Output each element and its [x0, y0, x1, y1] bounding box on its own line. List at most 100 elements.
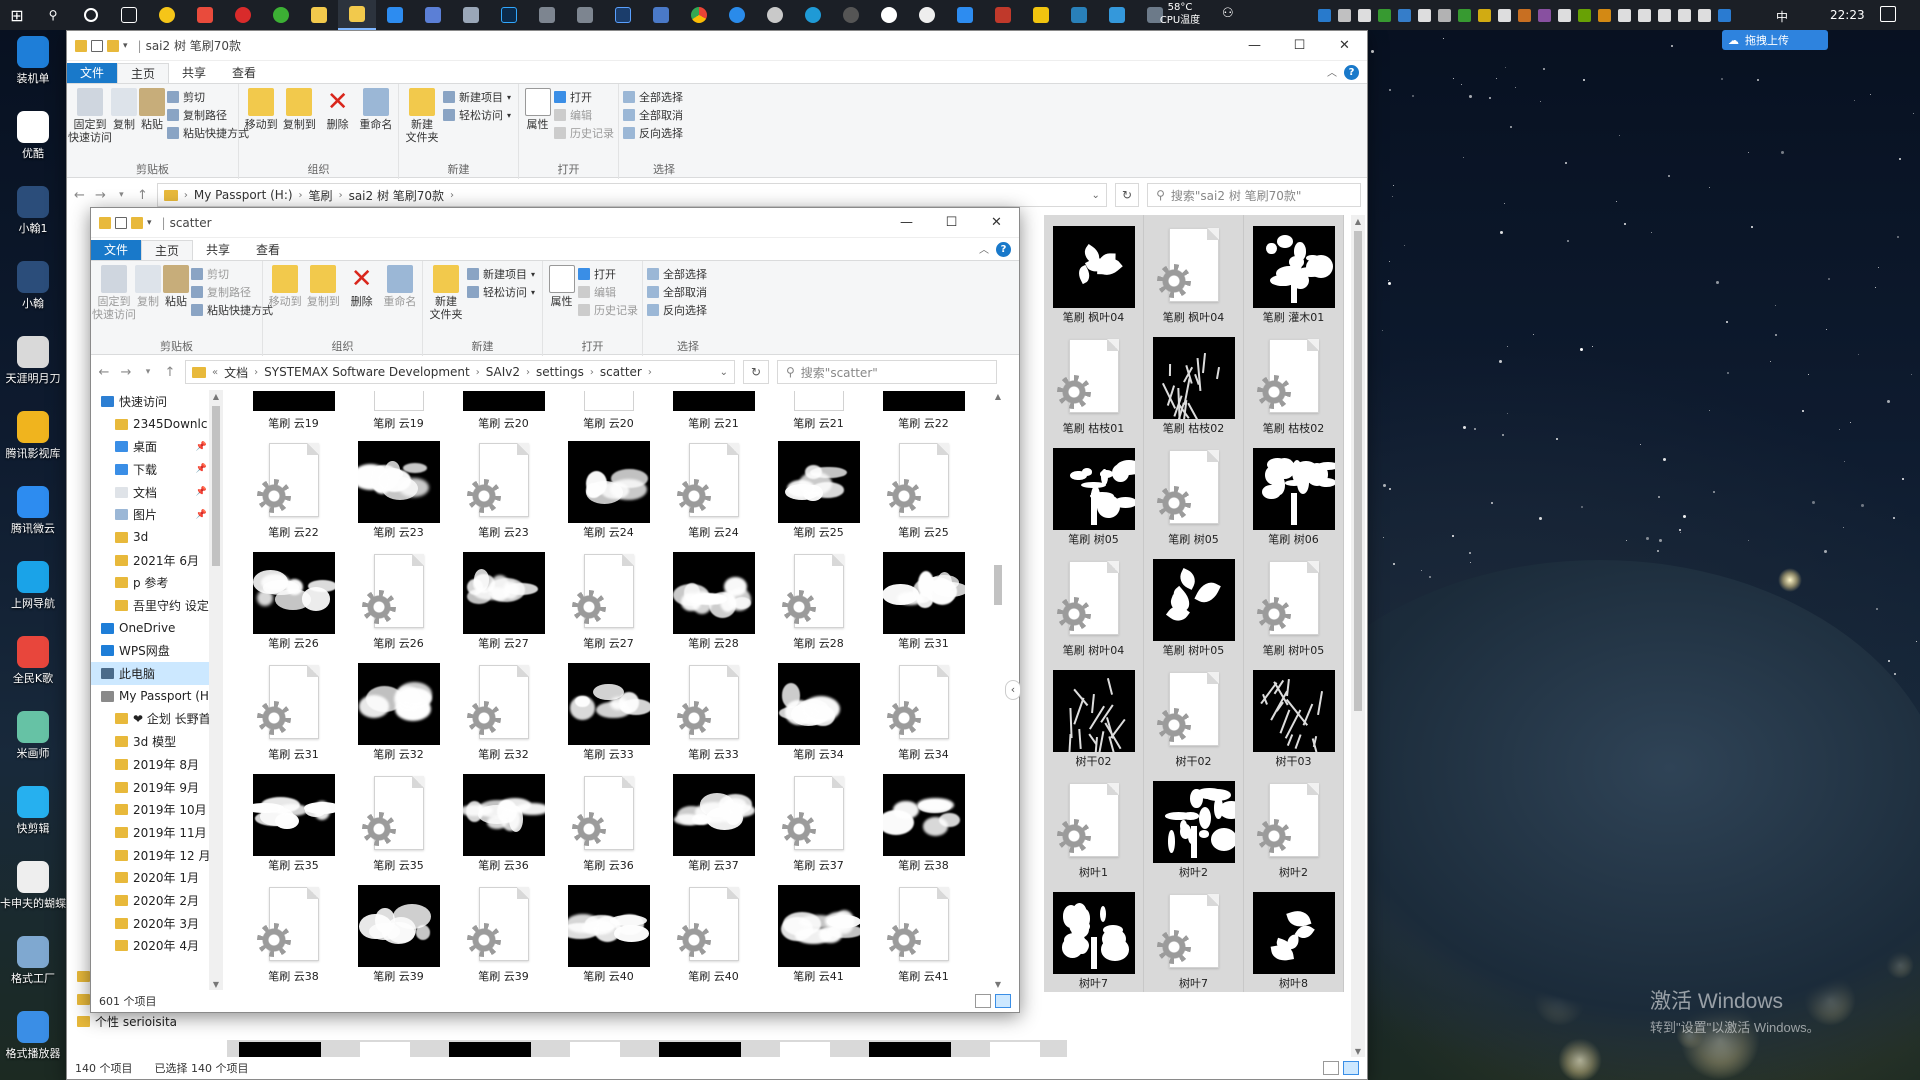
file-item[interactable]: 笔刷 云36 [556, 763, 661, 874]
breadcrumb-segment[interactable]: scatter [600, 365, 642, 379]
file-item[interactable]: 笔刷 枯枝01 [1044, 326, 1144, 437]
pin-button[interactable]: 固定到 快速访问 [68, 88, 112, 144]
chevron-right-icon[interactable]: › [450, 190, 454, 201]
nav-item[interactable]: p 参考 [91, 572, 209, 595]
cut-button[interactable]: 剪切 [167, 88, 249, 106]
chevron-right-icon[interactable]: › [590, 367, 594, 378]
app-tray-icon[interactable] [1318, 8, 1331, 22]
file-item[interactable]: 笔刷 云20 [556, 390, 661, 430]
scrollbar-thumb[interactable] [212, 406, 220, 566]
file-item[interactable]: 笔刷 枯枝02 [1144, 326, 1244, 437]
app-icon-18[interactable] [1022, 0, 1060, 30]
up-arrow-icon[interactable]: ↑ [136, 188, 149, 203]
properties-icon[interactable] [91, 39, 103, 52]
tab-file[interactable]: 文件 [67, 63, 118, 83]
new-item-button[interactable]: 新建项目 ▾ [467, 265, 535, 283]
chevron-right-icon[interactable]: › [299, 190, 303, 201]
desktop-icon[interactable]: 腾讯微云 [0, 480, 66, 555]
new-folder-button[interactable]: 新建 文件夹 [403, 88, 441, 144]
file-item[interactable]: 笔刷 云23 [346, 430, 451, 541]
chevron-down-icon[interactable]: ▾ [123, 41, 128, 51]
file-item[interactable]: 笔刷 云33 [661, 652, 766, 763]
file-item[interactable]: 笔刷 云34 [766, 652, 871, 763]
file-item[interactable]: 树叶8 [1244, 881, 1344, 992]
vertical-scrollbar[interactable]: ▲ ▼ [991, 390, 1005, 990]
file-item[interactable]: 笔刷 云37 [766, 763, 871, 874]
file-item[interactable]: 笔刷 树叶04 [1044, 548, 1144, 659]
app-icon-15[interactable] [908, 0, 946, 30]
app-tray-icon[interactable] [1598, 8, 1611, 22]
pin-button[interactable]: 固定到 快速访问 [92, 265, 136, 321]
app-icon-7[interactable] [528, 0, 566, 30]
app-icon-20[interactable] [1098, 0, 1136, 30]
desktop-icon[interactable]: 优酷 [0, 105, 66, 180]
maximize-button[interactable]: ☐ [929, 208, 974, 238]
file-item[interactable]: 树叶1 [1044, 770, 1144, 881]
address-history-dropdown-icon[interactable]: ⌄ [1091, 190, 1105, 201]
search-box[interactable]: ⚲ 搜索"scatter" [777, 360, 997, 384]
file-item[interactable]: 笔刷 云40 [556, 874, 661, 985]
desktop-icon[interactable]: 小翰 [0, 255, 66, 330]
nav-item[interactable]: 个性 serioisita [67, 1010, 187, 1033]
nav-item[interactable]: OneDrive [91, 617, 209, 640]
new-folder-icon[interactable] [131, 216, 143, 229]
file-item[interactable]: 笔刷 云33 [556, 652, 661, 763]
minimize-button[interactable]: — [884, 208, 929, 238]
history-button[interactable]: 历史记录 [554, 124, 614, 142]
desktop-icon[interactable]: 快剪辑 [0, 780, 66, 855]
breadcrumb-segment[interactable]: SYSTEMAX Software Development [264, 365, 470, 379]
large-icons-view-icon[interactable] [995, 994, 1011, 1008]
chevron-icon[interactable] [1698, 8, 1711, 22]
nav-item[interactable]: 2020年 1月 [91, 866, 209, 889]
close-button[interactable]: ✕ [1322, 31, 1367, 61]
file-item[interactable]: 笔刷 云26 [241, 541, 346, 652]
address-history-dropdown-icon[interactable]: ⌄ [720, 367, 734, 378]
app-icon-19[interactable] [1060, 0, 1098, 30]
app-tray-icon[interactable] [1518, 8, 1531, 22]
properties-button[interactable]: 属性 [547, 265, 576, 308]
nav-item[interactable]: 此电脑 [91, 662, 209, 685]
back-arrow-icon[interactable]: ← [73, 188, 86, 203]
edit-button[interactable]: 编辑 [578, 283, 638, 301]
new-folder-button[interactable]: 新建 文件夹 [427, 265, 465, 321]
nav-item[interactable]: 2019年 10月 [91, 798, 209, 821]
edit-button[interactable]: 编辑 [554, 106, 614, 124]
app-icon-4[interactable] [376, 0, 414, 30]
app-tray-icon[interactable] [1378, 8, 1391, 22]
rename-button[interactable]: 重命名 [358, 88, 394, 131]
file-item[interactable]: 笔刷 云37 [661, 763, 766, 874]
app-icon-10[interactable] [642, 0, 680, 30]
desktop-icon[interactable]: 上网导航 [0, 555, 66, 630]
chevron-right-icon[interactable]: › [526, 367, 530, 378]
paste-shortcut-button[interactable]: 粘贴快捷方式 [167, 124, 249, 142]
pane-collapse-chevron-icon[interactable]: ‹ [1005, 680, 1021, 700]
desktop-icon[interactable]: 全民K歌 [0, 630, 66, 705]
breadcrumb-segment[interactable]: 文档 [224, 364, 248, 381]
copy-button[interactable]: 复制 [135, 265, 161, 308]
tab-home[interactable]: 主页 [141, 240, 194, 260]
cpu-temperature[interactable]: 58°C CPU温度 [1155, 1, 1205, 27]
app-icon-13[interactable] [832, 0, 870, 30]
tab-home[interactable]: 主页 [117, 63, 170, 83]
file-item[interactable]: 树干02 [1044, 659, 1144, 770]
desktop-icon[interactable]: 天涯明月刀 [0, 330, 66, 405]
address-breadcrumb[interactable]: › My Passport (H:) › 笔刷 › sai2 树 笔刷70款 › ⌄ [156, 183, 1107, 207]
desktop-icon[interactable]: 卡申夫的蝴蝶 [0, 855, 66, 930]
chevron-right-icon[interactable]: › [339, 190, 343, 201]
drag-upload-button[interactable]: ☁ 拖拽上传 [1722, 30, 1828, 50]
history-button[interactable]: 历史记录 [578, 301, 638, 319]
details-view-icon[interactable] [975, 994, 991, 1008]
file-item[interactable]: 笔刷 云34 [871, 652, 976, 763]
volume-icon[interactable] [1618, 8, 1631, 22]
chrome-icon[interactable] [680, 0, 718, 30]
move-to-button[interactable]: 移动到 [267, 265, 303, 308]
file-item[interactable]: 笔刷 云38 [241, 874, 346, 985]
tab-view[interactable]: 查看 [243, 240, 293, 260]
copy-to-button[interactable]: 复制到 [305, 265, 341, 308]
app-icon-8[interactable] [566, 0, 604, 30]
app-icon-9[interactable] [604, 0, 642, 30]
properties-button[interactable]: 属性 [523, 88, 552, 131]
nav-item[interactable]: 2019年 11月 [91, 821, 209, 844]
chevron-down-icon[interactable]: ▾ [147, 218, 152, 228]
breadcrumb-segment[interactable]: My Passport (H:) [194, 188, 293, 202]
